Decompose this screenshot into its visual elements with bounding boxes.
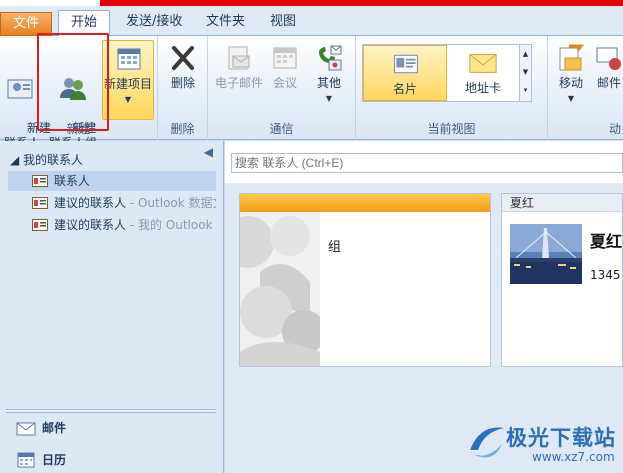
calendar-icon	[17, 452, 35, 468]
address-card-view-button[interactable]: 地址卡	[447, 45, 519, 101]
more-communicate-icon	[319, 45, 342, 71]
my-contacts-header[interactable]: ◢ 我的联系人	[10, 151, 83, 168]
watermark-url: www.xz7.com	[532, 450, 615, 464]
contact-card-group[interactable]: 组	[239, 193, 491, 367]
contact-folder-icon	[32, 219, 48, 231]
mail-merge-label: 邮件	[596, 76, 621, 90]
group-communicate-label: 通信	[269, 122, 294, 136]
address-card-label: 地址卡	[464, 81, 501, 95]
meeting-icon	[273, 47, 297, 69]
group-actions: 移动 ▼ 邮件 动	[548, 36, 623, 140]
group-delete-label: 删除	[170, 122, 195, 136]
move-icon	[559, 44, 584, 71]
email-button[interactable]: 电子邮件	[212, 42, 266, 91]
chevron-down-icon: ▼	[124, 95, 132, 104]
contact-card-icon	[7, 79, 33, 99]
tab-view[interactable]: 视图	[258, 10, 308, 36]
collapse-pane-icon[interactable]: ◀	[204, 145, 213, 159]
folder-suggested-source: - Outlook 数据文	[126, 196, 216, 210]
delete-icon	[172, 46, 194, 70]
nav-mail-label: 邮件	[42, 421, 67, 435]
annotation-highlight-box	[37, 33, 109, 131]
pane-splitter[interactable]	[6, 409, 216, 413]
nav-calendar-label: 日历	[42, 453, 67, 467]
delete-label: 删除	[170, 76, 195, 90]
business-card-label: 名片	[392, 82, 417, 96]
group-current-view-label: 当前视图	[427, 122, 476, 136]
watermark-logo-icon	[470, 427, 504, 458]
nav-mail[interactable]: 邮件	[8, 415, 216, 441]
watermark-text: 极光下载站	[506, 426, 616, 450]
group-card-graphic	[240, 212, 320, 366]
new-items-button[interactable]: 新建项目 ▼	[102, 40, 154, 120]
group-actions-label: 动	[608, 122, 621, 136]
meeting-button[interactable]: 会议	[268, 42, 302, 91]
card-header	[240, 194, 490, 212]
gallery-scrollbar[interactable]: ▲ ▼ ▾	[519, 45, 531, 101]
email-icon	[228, 46, 250, 70]
move-label: 移动	[558, 76, 583, 90]
mail-icon	[16, 422, 36, 436]
view-gallery: 名片 地址卡 ▲ ▼ ▾	[362, 44, 532, 102]
group-delete: 删除 删除	[158, 36, 208, 140]
folder-contacts[interactable]: 联系人	[8, 171, 216, 191]
folder-suggested-contacts-outlook-data[interactable]: 建议的联系人 - Outlook 数据文	[8, 193, 216, 213]
group-card-name: 组	[328, 240, 342, 255]
watermark: 极光下载站 www.xz7.com	[462, 418, 622, 470]
nav-calendar[interactable]: 日历	[8, 447, 216, 473]
business-card-icon	[394, 54, 418, 74]
search-input[interactable]	[231, 153, 623, 173]
ribbon-tabs: 文件 开始 发送/接收 文件夹 视图	[0, 6, 623, 37]
navigation-pane: ◢ 我的联系人 ◀ 联系人 建议的联系人 - Outlook 数据文 建议的联系…	[0, 141, 224, 473]
move-button[interactable]: 移动 ▼	[554, 42, 588, 106]
contact-name: 夏红	[590, 232, 623, 251]
business-card-view-button[interactable]: 名片	[363, 45, 447, 101]
more-label: 其他	[316, 76, 341, 90]
contact-folder-icon	[32, 197, 48, 209]
tab-send-receive[interactable]: 发送/接收	[114, 10, 194, 36]
group-communicate: 电子邮件 会议 其他 ▼ 通信	[208, 36, 356, 140]
mail-merge-icon	[596, 47, 621, 70]
delete-button[interactable]: 删除	[166, 42, 200, 91]
folder-suggested-source: - 我的 Outlook	[126, 218, 213, 232]
contact-photo	[510, 224, 582, 284]
mail-merge-button[interactable]: 邮件	[592, 42, 623, 91]
contact-card-person[interactable]: 夏红 夏红 1345	[501, 193, 623, 367]
contact-phone: 1345	[590, 268, 621, 282]
chevron-down-icon: ▼	[325, 94, 333, 103]
address-card-icon	[469, 54, 497, 73]
chevron-down-icon: ▼	[567, 94, 575, 103]
more-button[interactable]: 其他 ▼	[310, 42, 348, 106]
my-contacts-label: 我的联系人	[23, 153, 84, 167]
folder-suggested-contacts-my-outlook[interactable]: 建议的联系人 - 我的 Outlook	[8, 215, 216, 235]
email-label: 电子邮件	[214, 76, 263, 90]
new-items-icon	[117, 48, 141, 70]
meeting-label: 会议	[272, 76, 297, 90]
tab-folder[interactable]: 文件夹	[194, 10, 257, 36]
group-current-view: 名片 地址卡 ▲ ▼ ▾ 当前视图	[356, 36, 548, 140]
new-items-label: 新建项目	[103, 77, 152, 91]
card-header: 夏红	[502, 194, 622, 212]
contact-folder-icon	[32, 175, 48, 187]
